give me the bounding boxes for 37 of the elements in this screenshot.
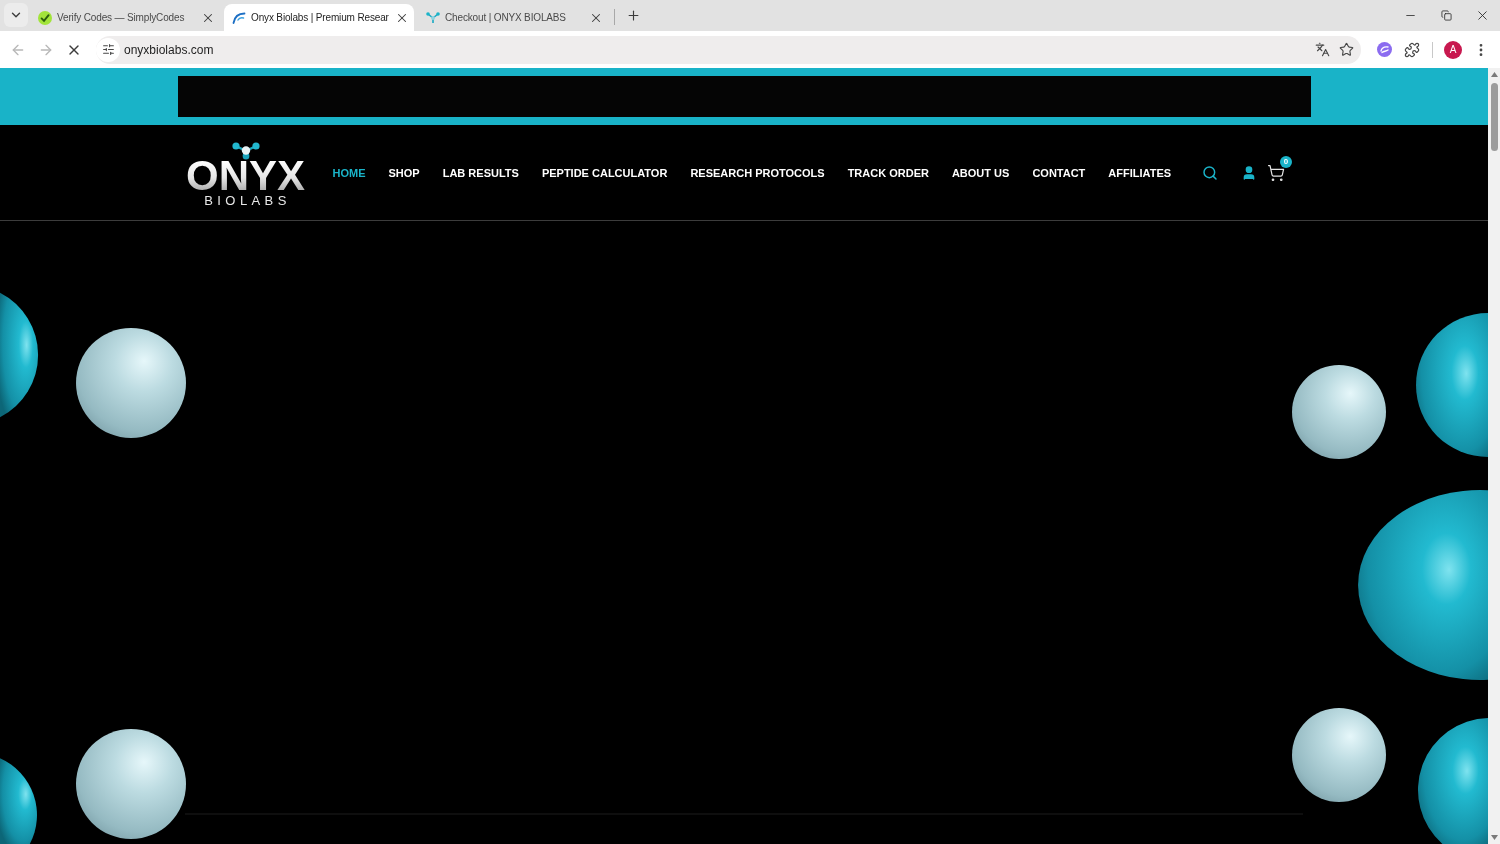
- nav-link[interactable]: PEPTIDE CALCULATOR: [541, 166, 668, 179]
- tab-list-button[interactable]: [4, 3, 28, 27]
- nav-link[interactable]: SHOP: [388, 166, 420, 179]
- browser-tab[interactable]: Onyx Biolabs | Premium Resear: [224, 4, 414, 31]
- nav-link[interactable]: ABOUT US: [951, 166, 1010, 179]
- restore-icon[interactable]: [1440, 10, 1452, 21]
- translate-icon[interactable]: [1314, 42, 1330, 57]
- scroll-down-icon[interactable]: [1490, 835, 1498, 840]
- logo-wordmark[interactable]: ONYX: [186, 159, 305, 192]
- nav-link[interactable]: CONTACT: [1032, 166, 1086, 179]
- scroll-up-icon[interactable]: [1490, 72, 1498, 77]
- nav-link[interactable]: RESEARCH PROTOCOLS: [690, 166, 825, 179]
- url-field[interactable]: onyxbiolabs.com: [124, 42, 214, 57]
- swirl-icon[interactable]: [1376, 42, 1392, 57]
- nav-link[interactable]: TRACK ORDER: [847, 166, 929, 179]
- browser-tab[interactable]: Checkout | ONYX BIOLABS: [418, 4, 608, 31]
- browser-tab[interactable]: Verify Codes — SimplyCodes: [30, 4, 220, 31]
- check-icon: [38, 10, 52, 25]
- molecule-icon: [231, 141, 260, 160]
- tab-title: Checkout | ONYX BIOLABS: [445, 12, 567, 23]
- swoosh-icon: [232, 10, 246, 25]
- star-icon[interactable]: [1338, 42, 1354, 57]
- nav-link[interactable]: HOME: [332, 166, 366, 179]
- molecule-icon: [426, 10, 440, 25]
- logo-subtitle: BIOLABS: [203, 193, 291, 208]
- nav-link[interactable]: AFFILIATES: [1108, 166, 1172, 179]
- new-tab-icon[interactable]: [625, 8, 641, 23]
- search-icon[interactable]: [1202, 164, 1219, 181]
- cart-count-badge: 0: [1280, 155, 1293, 168]
- profile-avatar[interactable]: A: [1444, 40, 1462, 59]
- tab-title: Onyx Biolabs | Premium Resear: [251, 12, 390, 23]
- cart-icon[interactable]: [1267, 163, 1286, 182]
- puzzle-icon[interactable]: [1404, 41, 1420, 58]
- scrollbar-thumb[interactable]: [1490, 83, 1498, 151]
- nav-link[interactable]: LAB RESULTS: [442, 166, 519, 179]
- tab-title: Verify Codes — SimplyCodes: [57, 12, 186, 23]
- site-info-icon[interactable]: [96, 37, 120, 62]
